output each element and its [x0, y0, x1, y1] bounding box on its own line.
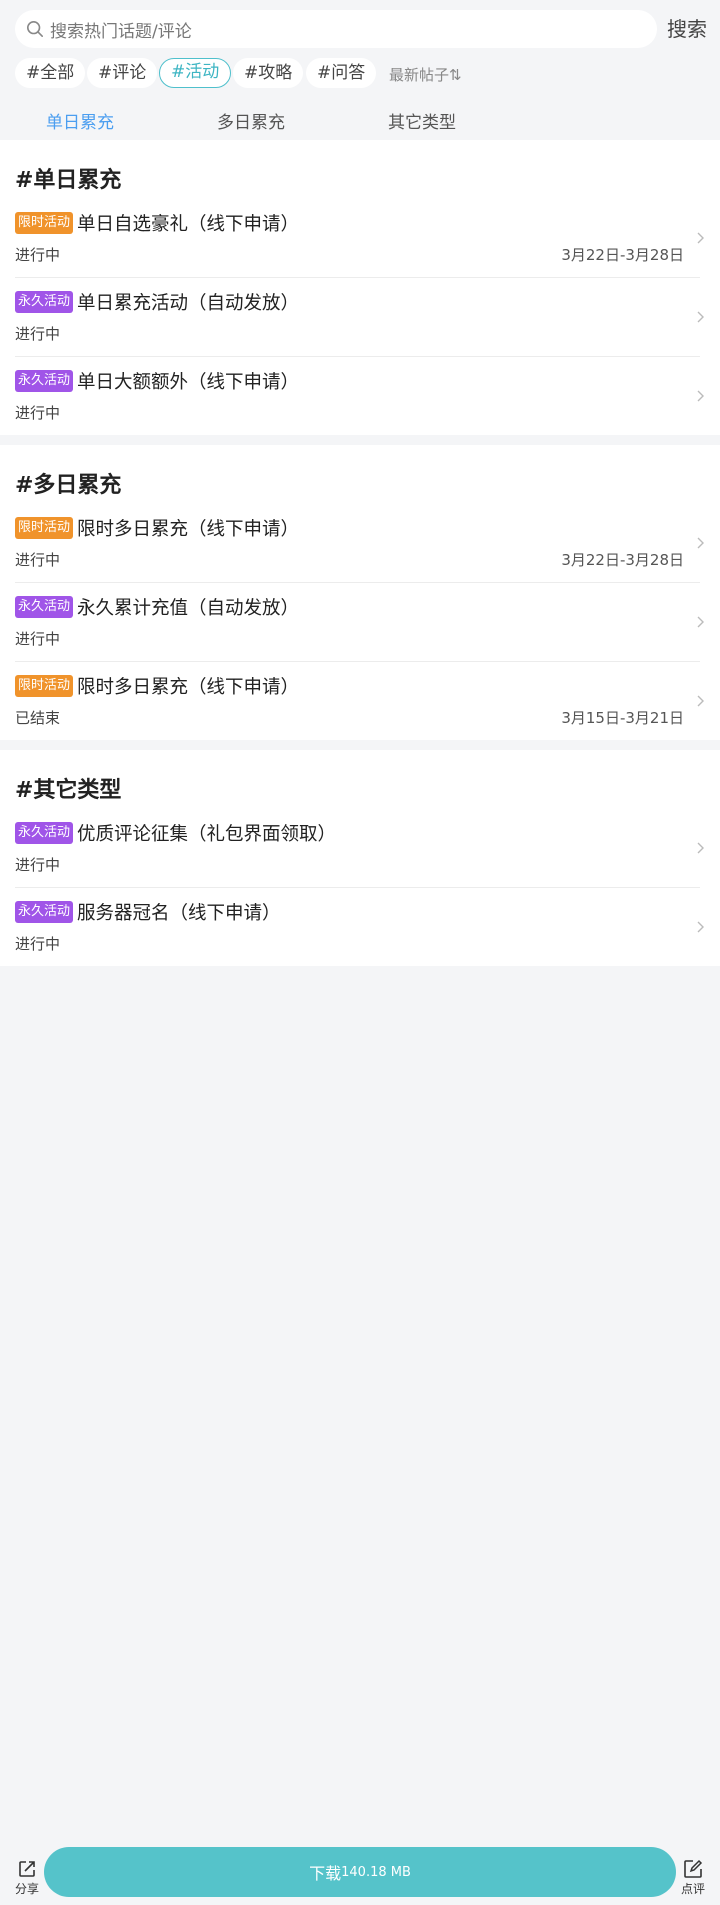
- share-button[interactable]: 分享: [7, 1859, 47, 1897]
- search-button[interactable]: 搜索: [667, 13, 707, 42]
- permanent-badge: 永久活动: [15, 291, 74, 313]
- chip-activities[interactable]: #活动: [159, 58, 232, 88]
- tab-other[interactable]: 其它类型: [388, 108, 456, 133]
- activity-status: 已结束: [15, 709, 61, 727]
- activity-item[interactable]: 永久活动 优质评论征集（礼包界面领取） 进行中: [0, 808, 720, 887]
- activity-status: 进行中: [15, 325, 61, 343]
- chevron-right-icon: [697, 842, 704, 854]
- section-title: #其它类型: [15, 778, 122, 803]
- permanent-badge: 永久活动: [15, 370, 74, 392]
- category-tabs: 单日累充 多日累充 其它类型: [0, 98, 720, 140]
- activity-date: 3月15日-3月21日: [561, 709, 684, 727]
- search-input[interactable]: 搜索热门话题/评论: [15, 10, 657, 48]
- activity-title: 优质评论征集（礼包界面领取）: [77, 824, 337, 845]
- chevron-right-icon: [697, 695, 704, 707]
- tab-single-day[interactable]: 单日累充: [46, 108, 114, 133]
- download-button[interactable]: 下载 140.18 MB: [44, 1847, 676, 1897]
- activity-title: 限时多日累充（线下申请）: [77, 519, 300, 540]
- limited-badge: 限时活动: [15, 212, 74, 234]
- activity-status: 进行中: [15, 856, 61, 874]
- chevron-right-icon: [697, 616, 704, 628]
- activity-item[interactable]: 永久活动 单日累充活动（自动发放） 进行中: [0, 277, 720, 356]
- activity-item[interactable]: 永久活动 服务器冠名（线下申请） 进行中: [0, 887, 720, 966]
- search-icon: [26, 20, 44, 38]
- chip-guides[interactable]: #攻略: [233, 58, 304, 88]
- download-size: 140.18 MB: [341, 1864, 411, 1880]
- chevron-right-icon: [697, 311, 704, 323]
- activity-title: 单日大额额外（线下申请）: [77, 372, 300, 393]
- chevron-right-icon: [697, 232, 704, 244]
- activity-item[interactable]: 限时活动 限时多日累充（线下申请） 进行中 3月22日-3月28日: [0, 503, 720, 582]
- section-title: #多日累充: [15, 473, 122, 498]
- permanent-badge: 永久活动: [15, 822, 74, 844]
- activity-title: 单日累充活动（自动发放）: [77, 293, 300, 314]
- topic-chips: #全部 #评论 #活动 #攻略 #问答 最新帖子⇅: [0, 58, 720, 98]
- header: 搜索热门话题/评论 搜索 #全部 #评论 #活动 #攻略 #问答 最新帖子⇅ 单…: [0, 0, 720, 140]
- chip-qa[interactable]: #问答: [306, 58, 377, 88]
- activity-title: 服务器冠名（线下申请）: [77, 903, 281, 924]
- permanent-badge: 永久活动: [15, 596, 74, 618]
- activity-item[interactable]: 永久活动 永久累计充值（自动发放） 进行中: [0, 582, 720, 661]
- chip-comments[interactable]: #评论: [87, 58, 158, 88]
- limited-badge: 限时活动: [15, 517, 74, 539]
- share-icon: [19, 1861, 35, 1877]
- activity-status: 进行中: [15, 551, 61, 569]
- review-label: 点评: [680, 1882, 705, 1896]
- activity-item[interactable]: 限时活动 单日自选豪礼（线下申请） 进行中 3月22日-3月28日: [0, 198, 720, 277]
- activity-title: 单日自选豪礼（线下申请）: [77, 214, 300, 235]
- chevron-right-icon: [697, 537, 704, 549]
- section-multi-day: #多日累充 限时活动 限时多日累充（线下申请） 进行中 3月22日-3月28日 …: [0, 445, 720, 740]
- activity-title: 限时多日累充（线下申请）: [77, 677, 300, 698]
- search-placeholder: 搜索热门话题/评论: [50, 21, 192, 42]
- search-row: 搜索热门话题/评论 搜索: [0, 0, 720, 58]
- section-other: #其它类型 永久活动 优质评论征集（礼包界面领取） 进行中 永久活动 服务器冠名…: [0, 750, 720, 966]
- chip-all[interactable]: #全部: [15, 58, 86, 88]
- edit-icon: [684, 1859, 703, 1878]
- activity-item[interactable]: 限时活动 限时多日累充（线下申请） 已结束 3月15日-3月21日: [0, 661, 720, 740]
- share-label: 分享: [14, 1882, 39, 1896]
- activity-status: 进行中: [15, 935, 61, 953]
- tab-multi-day[interactable]: 多日累充: [217, 108, 285, 133]
- activity-date: 3月22日-3月28日: [561, 551, 684, 569]
- review-button[interactable]: 点评: [673, 1859, 713, 1897]
- activity-title: 永久累计充值（自动发放）: [77, 598, 300, 619]
- section-title: #单日累充: [15, 168, 122, 193]
- activity-status: 进行中: [15, 246, 61, 264]
- chevron-right-icon: [697, 390, 704, 402]
- activity-status: 进行中: [15, 630, 61, 648]
- limited-badge: 限时活动: [15, 675, 74, 697]
- download-label: 下载: [309, 1864, 342, 1883]
- chevron-right-icon: [697, 921, 704, 933]
- section-single-day: #单日累充 限时活动 单日自选豪礼（线下申请） 进行中 3月22日-3月28日 …: [0, 140, 720, 435]
- activity-status: 进行中: [15, 404, 61, 422]
- activity-date: 3月22日-3月28日: [561, 246, 684, 264]
- sort-dropdown[interactable]: 最新帖子⇅: [389, 64, 462, 85]
- permanent-badge: 永久活动: [15, 901, 74, 923]
- activity-item[interactable]: 永久活动 单日大额额外（线下申请） 进行中: [0, 356, 720, 435]
